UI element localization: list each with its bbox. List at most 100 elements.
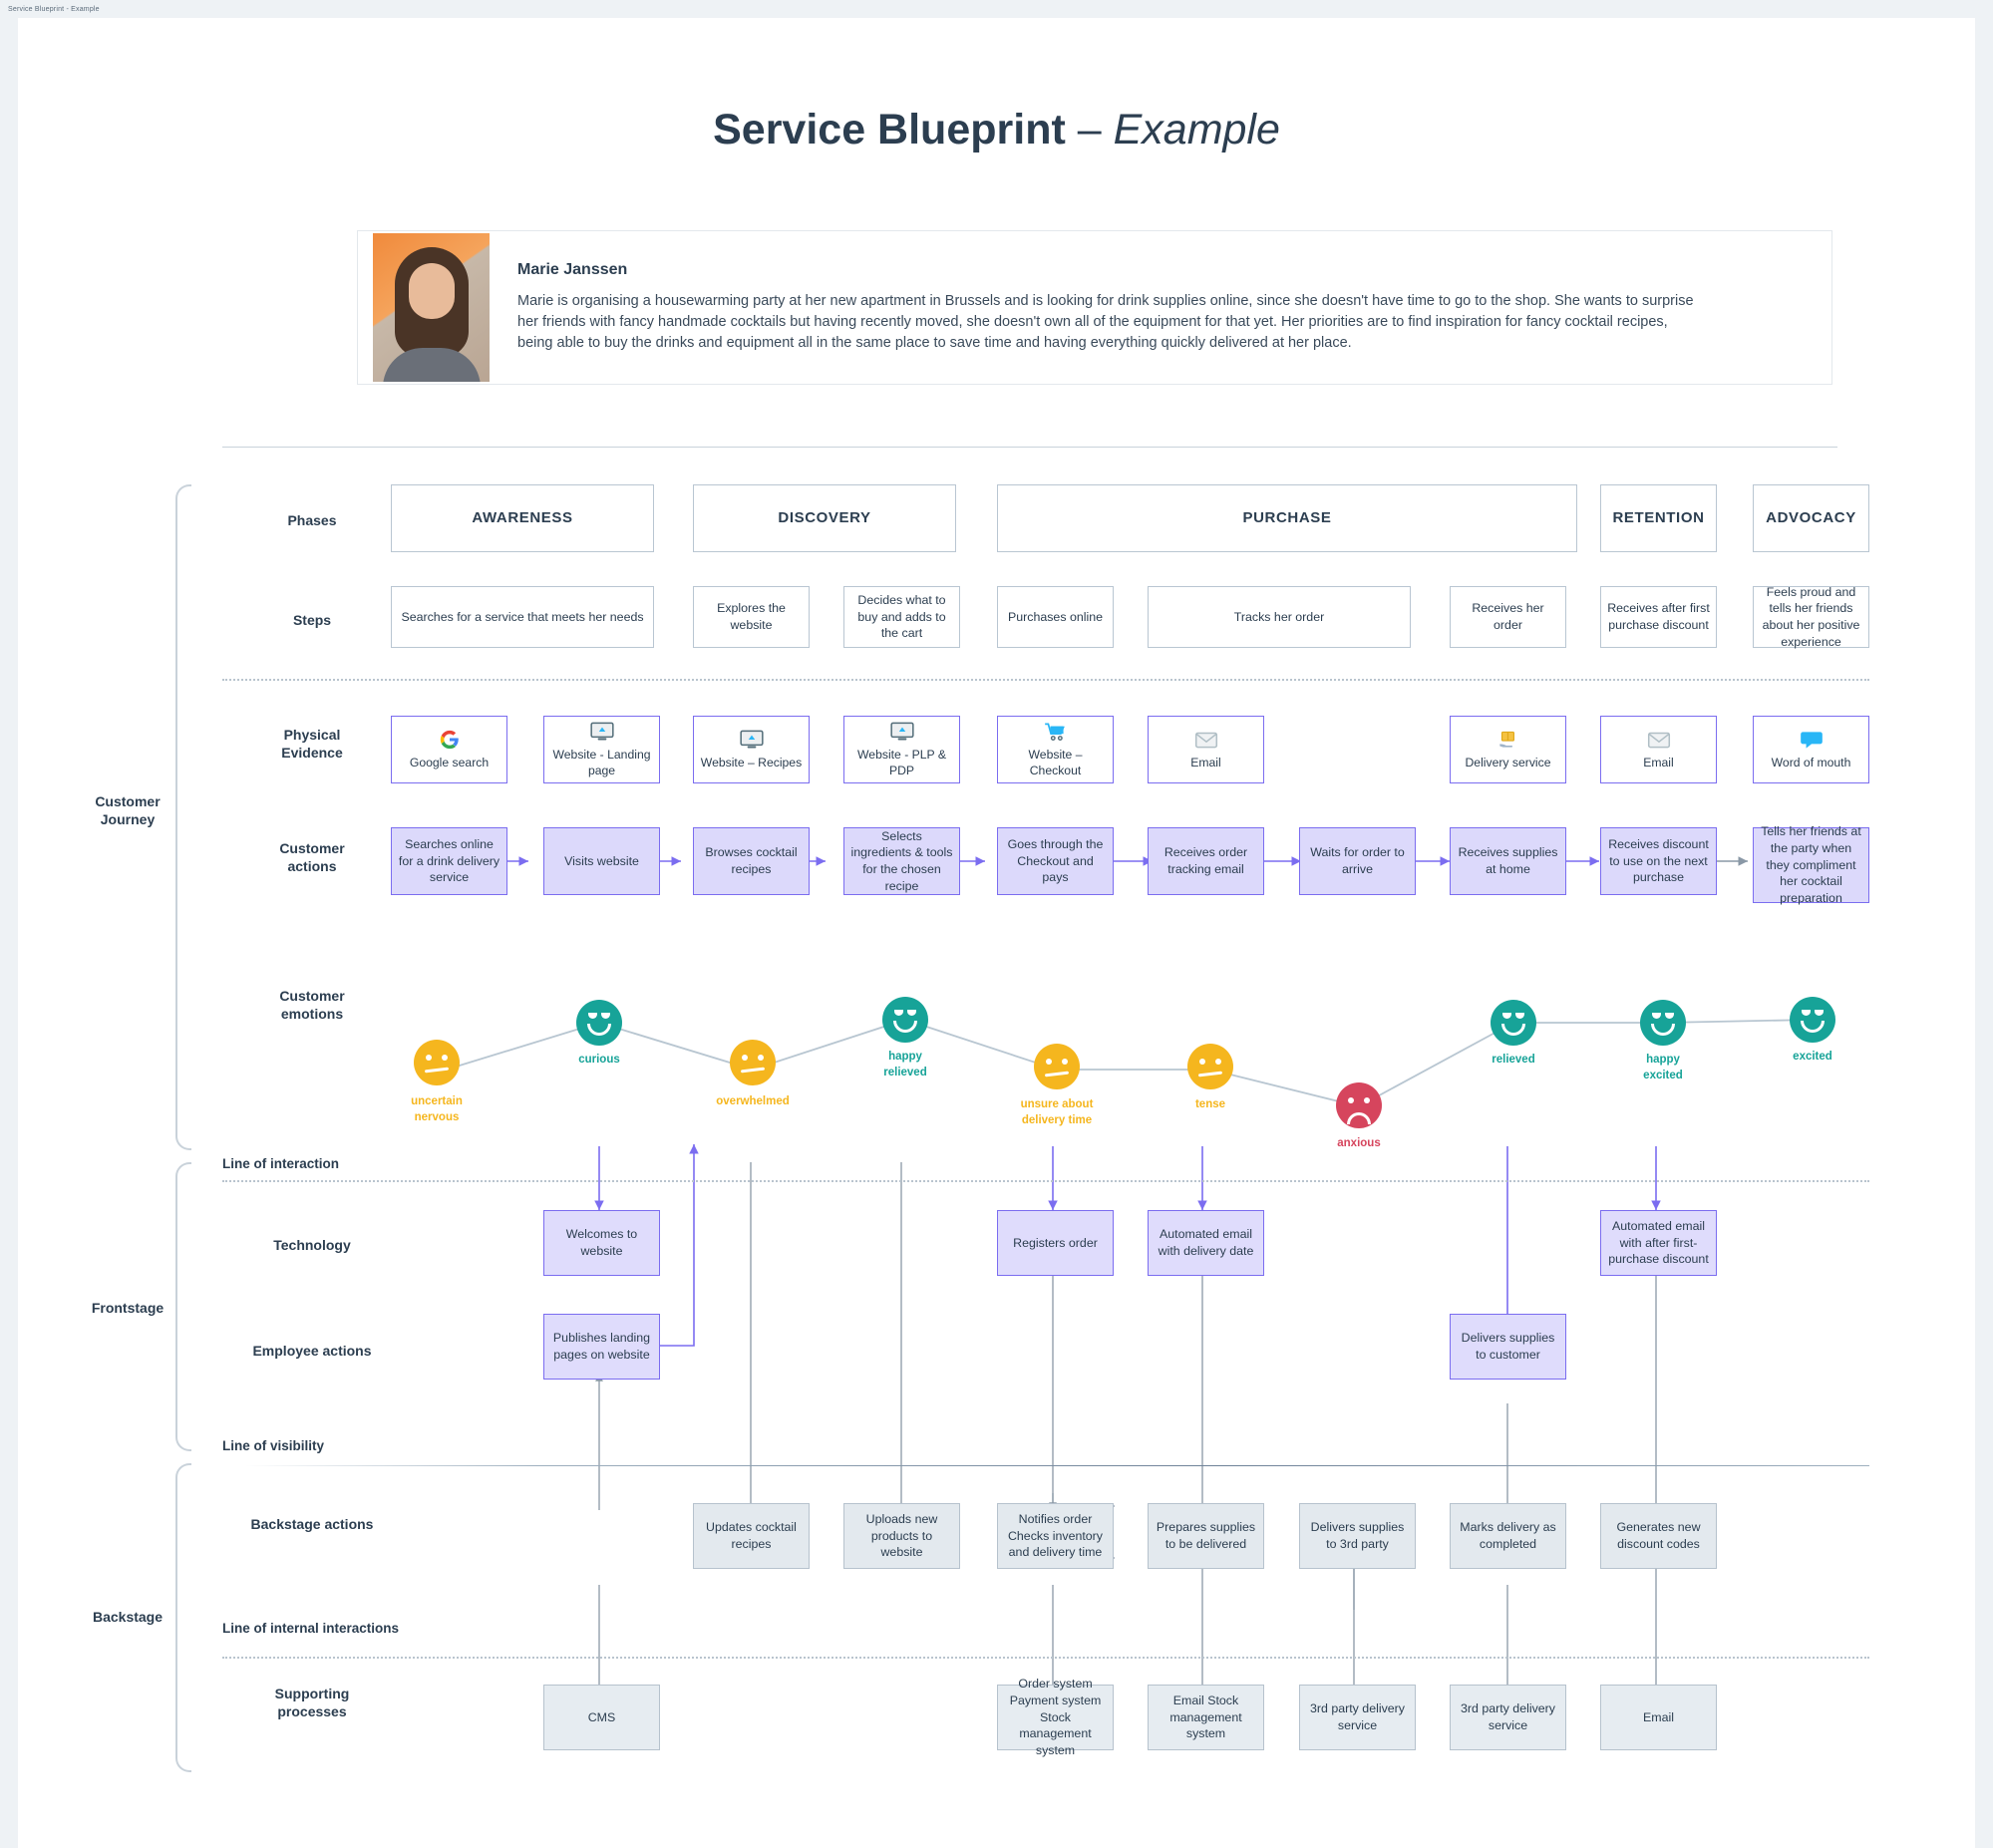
monitor-icon [739,729,765,751]
backstage-action-6[interactable]: Marks delivery as completed [1450,1503,1566,1569]
emotion-face-happy-relieved[interactable] [882,997,928,1043]
backstage-action-7[interactable]: Generates new discount codes [1600,1503,1717,1569]
backstage-action-1[interactable]: Updates cocktail recipes [693,1503,810,1569]
row-label-technology: Technology [273,1237,351,1253]
row-label-phases: Phases [287,512,337,528]
step-8[interactable]: Feels proud and tells her friends about … [1753,585,1869,649]
customer-action-6[interactable]: Receives order tracking email [1148,827,1264,895]
evidence-website-landing-page[interactable]: Website - Landing page [543,716,660,783]
supporting-process-email[interactable]: Email [1600,1685,1717,1750]
evidence-email-2[interactable]: Email [1600,716,1717,783]
emotion-label-line1: relieved [1492,1054,1535,1066]
backstage-action-2[interactable]: Uploads new products to website [843,1503,960,1569]
step-6[interactable]: Receives her order [1450,586,1566,648]
evidence-word-of-mouth[interactable]: Word of mouth [1753,716,1869,783]
emotion-label-line2: delivery time [1021,1113,1093,1126]
emotion-face-excited[interactable] [1790,997,1835,1043]
persona-description: Marie is organising a housewarming party… [517,292,1694,351]
line-of-visibility-label: Line of visibility [222,1438,325,1453]
row-label-pe-line2: Evidence [281,745,343,762]
header-divider [222,447,1837,448]
employee-action-publishes-landing-pages[interactable]: Publishes landing pages on website [543,1314,660,1380]
supporting-process-cms[interactable]: CMS [543,1685,660,1750]
step-5[interactable]: Tracks her order [1148,586,1411,648]
customer-action-2[interactable]: Visits website [543,827,660,895]
step-1[interactable]: Searches for a service that meets her ne… [391,586,654,648]
supporting-process-3rd-party-2[interactable]: 3rd party delivery service [1450,1685,1566,1750]
technology-welcomes-to-website[interactable]: Welcomes to website [543,1210,660,1276]
emotion-label-relieved: relieved [1449,1053,1578,1069]
avatar [373,233,490,382]
row-label-backstage-actions: Backstage actions [250,1516,374,1532]
evidence-website-recipes[interactable]: Website – Recipes [693,716,810,783]
emotion-face-curious[interactable] [576,1000,622,1046]
emotion-face-overwhelmed[interactable] [730,1040,776,1085]
line-of-internal-interactions-label: Line of internal interactions [222,1621,400,1636]
emotion-face-uncertain-nervous[interactable] [414,1040,460,1085]
technology-registers-order[interactable]: Registers order [997,1210,1114,1276]
envelope-icon [1193,729,1219,751]
step-2[interactable]: Explores the website [693,586,810,648]
supporting-process-3rd-party-1[interactable]: 3rd party delivery service [1299,1685,1416,1750]
evidence-label: Delivery service [1465,755,1551,770]
emotion-face-tense[interactable] [1187,1044,1233,1089]
divider-after-steps [222,679,1869,681]
step-4[interactable]: Purchases online [997,586,1114,648]
side-label-customer-journey: Customer Journey [73,792,182,828]
technology-automated-email-discount[interactable]: Automated email with after first-purchas… [1600,1210,1717,1276]
persona-name: Marie Janssen [517,260,628,278]
customer-action-10[interactable]: Tells her friends at the party when they… [1753,824,1869,905]
evidence-email-1[interactable]: Email [1148,716,1264,783]
evidence-label: Email [1643,755,1674,770]
phase-discovery[interactable]: DISCOVERY [693,484,956,552]
backstage-action-4[interactable]: Prepares supplies to be delivered [1148,1503,1264,1569]
step-7[interactable]: Receives after first purchase discount [1600,586,1717,648]
emotion-label-happy-relieved: happy relieved [840,1050,970,1080]
line-of-internal-interactions [222,1657,1869,1659]
evidence-label: Email [1190,755,1221,770]
persona-card: Marie Janssen Marie is organising a hous… [357,230,1832,385]
speech-bubble-icon [1799,729,1825,751]
customer-action-4[interactable]: Selects ingredients & tools for the chos… [843,827,960,895]
emotion-face-anxious[interactable] [1336,1082,1382,1128]
row-label-customer-emotions: Customer emotions [242,987,382,1023]
supporting-process-email-stock[interactable]: Email Stock management system [1148,1685,1264,1750]
emotion-label-line1: overwhelmed [716,1095,790,1107]
emotion-label-uncertain-nervous: uncertain nervous [372,1094,501,1125]
emotion-face-happy-excited[interactable] [1640,1000,1686,1046]
customer-action-3[interactable]: Browses cocktail recipes [693,827,810,895]
google-icon [437,729,463,751]
emotion-label-line1: uncertain [411,1095,463,1107]
emotion-label-line1: excited [1793,1051,1832,1063]
side-label-backstage: Backstage [92,1609,164,1625]
backstage-action-3[interactable]: Notifies order Checks inventory and deli… [997,1503,1114,1569]
phase-awareness[interactable]: AWARENESS [391,484,654,552]
page-title: Service Blueprint – Example [18,106,1975,154]
emotion-face-unsure-delivery[interactable] [1034,1044,1080,1089]
phase-advocacy[interactable]: ADVOCACY [1753,484,1869,552]
evidence-google-search[interactable]: Google search [391,716,507,783]
step-3[interactable]: Decides what to buy and adds to the cart [843,586,960,648]
customer-action-9[interactable]: Receives discount to use on the next pur… [1600,827,1717,895]
side-label-frontstage: Frontstage [91,1300,165,1316]
phase-purchase[interactable]: PURCHASE [997,484,1577,552]
supporting-process-order-system[interactable]: Order system Payment system Stock manage… [997,1677,1114,1757]
backstage-action-5[interactable]: Delivers supplies to 3rd party [1299,1503,1416,1569]
customer-action-8[interactable]: Receives supplies at home [1450,827,1566,895]
technology-automated-email-delivery-date[interactable]: Automated email with delivery date [1148,1210,1264,1276]
row-label-ce-line1: Customer [279,988,345,1004]
browser-tab-title: Service Blueprint - Example [8,6,100,13]
customer-action-1[interactable]: Searches online for a drink delivery ser… [391,827,507,895]
evidence-website-checkout[interactable]: Website – Checkout [997,716,1114,783]
phase-retention[interactable]: RETENTION [1600,484,1717,552]
customer-action-7[interactable]: Waits for order to arrive [1299,827,1416,895]
evidence-website-plp-pdp[interactable]: Website - PLP & PDP [843,716,960,783]
side-label-cj-line2: Journey [100,811,156,828]
row-label-sp-line2: processes [277,1703,347,1720]
shopping-cart-icon [1043,721,1069,743]
employee-action-delivers-supplies[interactable]: Delivers supplies to customer [1450,1314,1566,1380]
evidence-delivery-service[interactable]: Delivery service [1450,716,1566,783]
page-title-dash: – [1065,106,1114,154]
customer-action-5[interactable]: Goes through the Checkout and pays [997,827,1114,895]
emotion-face-relieved[interactable] [1491,1000,1536,1046]
